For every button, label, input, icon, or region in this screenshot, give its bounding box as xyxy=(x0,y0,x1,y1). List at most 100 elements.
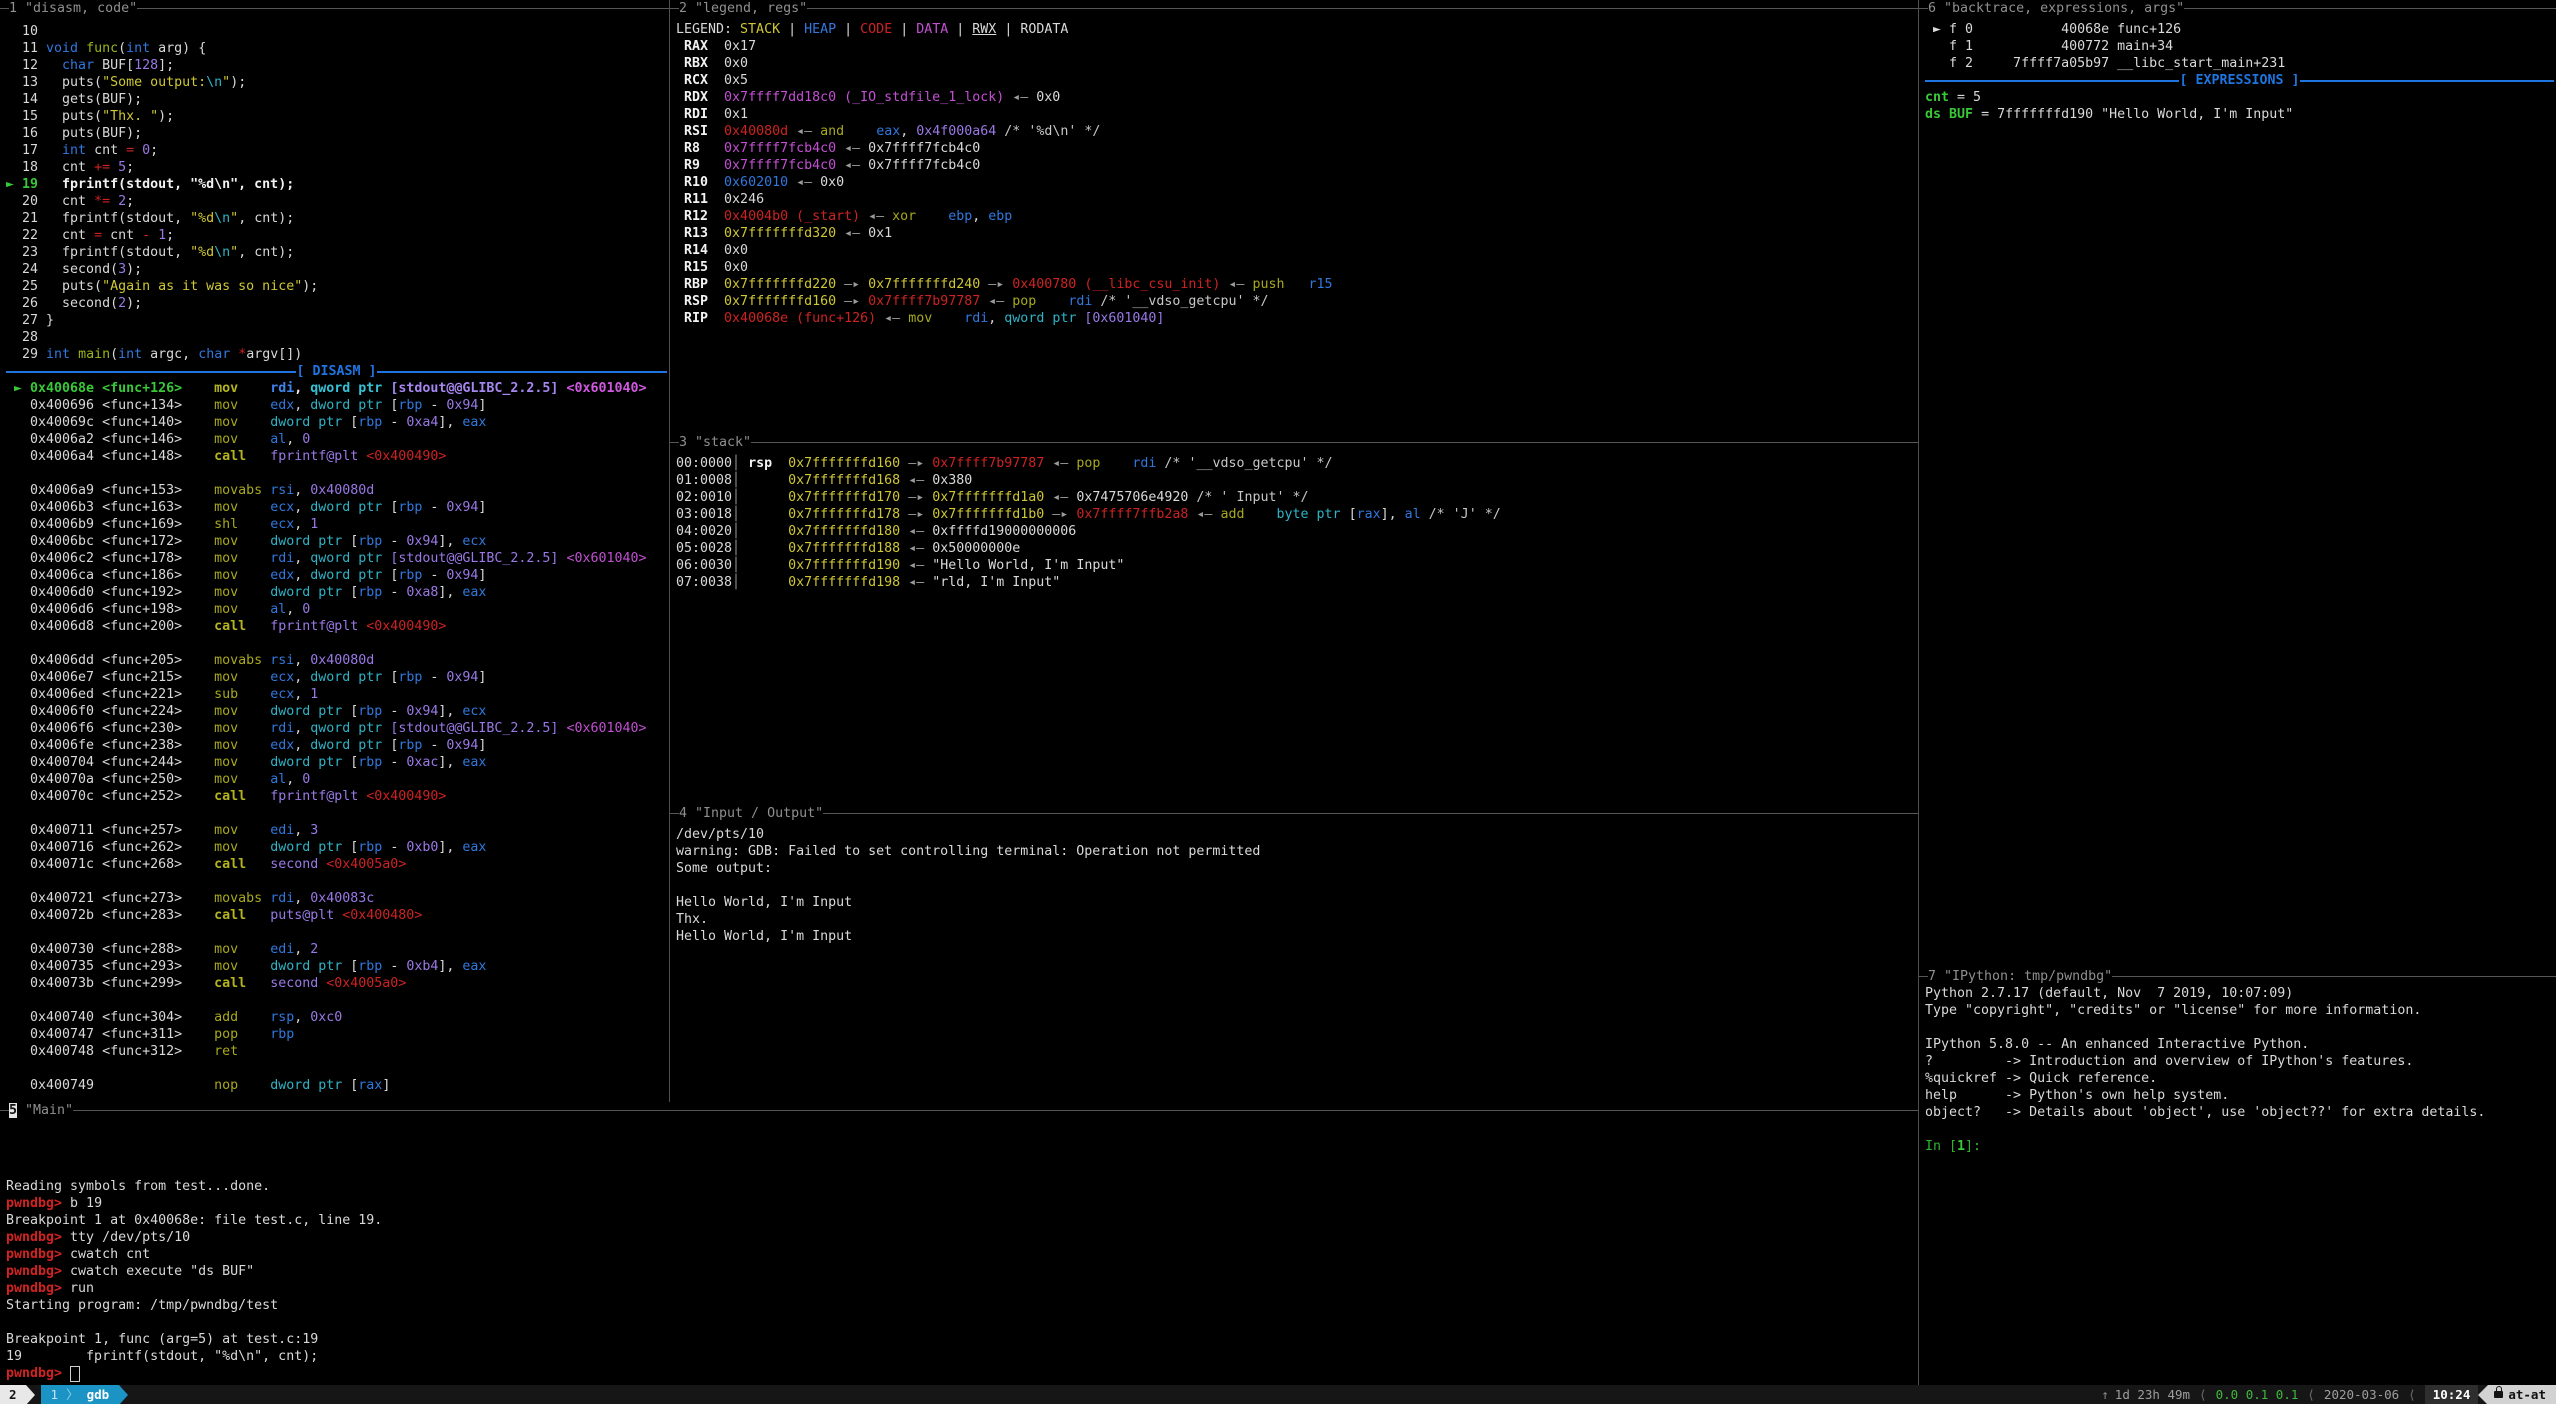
border-line xyxy=(807,8,1918,9)
terminal-line: 0x4006b3 <func+163> mov ecx, dword ptr [… xyxy=(6,499,667,516)
terminal-line: Breakpoint 1, func (arg=5) at test.c:19 xyxy=(6,1331,1916,1348)
terminal-line: 29 int main(int argc, char *argv[]) xyxy=(6,346,667,363)
terminal-line: Reading symbols from test...done. xyxy=(6,1178,1916,1195)
terminal-line: Breakpoint 1 at 0x40068e: file test.c, l… xyxy=(6,1212,1916,1229)
terminal-line: 0x400716 <func+262> mov dword ptr [rbp -… xyxy=(6,839,667,856)
terminal-line xyxy=(676,877,1916,894)
terminal-line: 0x4006e7 <func+215> mov ecx, dword ptr [… xyxy=(6,669,667,686)
terminal-line: RBX 0x0 xyxy=(676,55,1916,72)
ipython-console-content[interactable]: Python 2.7.17 (default, Nov 7 2019, 10:0… xyxy=(1925,985,2554,1155)
terminal-line: R13 0x7fffffffd320 ◂— 0x1 xyxy=(676,225,1916,242)
terminal-line: 0x400730 <func+288> mov edi, 2 xyxy=(6,941,667,958)
terminal-line: R8 0x7ffff7fcb4c0 ◂— 0x7ffff7fcb4c0 xyxy=(676,140,1916,157)
terminal-line: RIP 0x40068e (func+126) ◂— mov rdi, qwor… xyxy=(676,310,1916,327)
border-line xyxy=(1919,976,1928,977)
terminal-line: pwndbg> cwatch execute "ds BUF" xyxy=(6,1263,1916,1280)
terminal-line: R12 0x4004b0 (_start) ◂— xor ebp, ebp xyxy=(676,208,1916,225)
pane-title-legend-regs: 2 "legend, regs" xyxy=(670,0,1918,17)
terminal-line: 13 puts("Some output:\n"); xyxy=(6,74,667,91)
stack-content[interactable]: 00:0000│ rsp 0x7fffffffd160 —▸ 0x7ffff7b… xyxy=(676,455,1916,591)
terminal-line: RCX 0x5 xyxy=(676,72,1916,89)
pane-stack: 3 "stack" 00:0000│ rsp 0x7fffffffd160 —▸… xyxy=(670,434,1918,805)
session-name-badge[interactable]: 2 xyxy=(0,1385,26,1404)
terminal-line: 0x40073b <func+299> call second <0x4005a… xyxy=(6,975,667,992)
pane-title-main: 5 "Main" xyxy=(0,1102,1918,1119)
terminal-line: RDX 0x7ffff7dd18c0 (_IO_stdfile_1_lock) … xyxy=(676,89,1916,106)
program-output-content[interactable]: /dev/pts/10warning: GDB: Failed to set c… xyxy=(676,826,1916,945)
backtrace-content[interactable]: ► f 0 40068e func+126 f 1 400772 main+34… xyxy=(1925,21,2554,123)
pane-input-output: 4 "Input / Output" /dev/pts/10warning: G… xyxy=(670,805,1918,1102)
terminal-line xyxy=(6,992,667,1009)
terminal-line: ► 19 fprintf(stdout, "%d\n", cnt); xyxy=(6,176,667,193)
terminal-line xyxy=(6,873,667,890)
terminal-line: RBP 0x7fffffffd220 —▸ 0x7fffffffd240 —▸ … xyxy=(676,276,1916,293)
terminal-line: 0x40071c <func+268> call second <0x4005a… xyxy=(6,856,667,873)
terminal-line: R10 0x602010 ◂— 0x0 xyxy=(676,174,1916,191)
registers-content[interactable]: LEGEND: STACK | HEAP | CODE | DATA | RWX… xyxy=(676,21,1916,327)
terminal-line: ? -> Introduction and overview of IPytho… xyxy=(1925,1053,2554,1070)
terminal-line: 0x40072b <func+283> call puts@plt <0x400… xyxy=(6,907,667,924)
pane-number: 7 xyxy=(1928,969,1936,984)
pane-number-active: 5 xyxy=(9,1103,17,1118)
terminal-line: 0x4006d6 <func+198> mov al, 0 xyxy=(6,601,667,618)
terminal-line: RDI 0x1 xyxy=(676,106,1916,123)
border-line xyxy=(0,8,9,9)
window-tab-gdb[interactable]: 1〉gdb xyxy=(41,1385,120,1404)
terminal-line: ► 0x40068e <func+126> mov rdi, qword ptr… xyxy=(6,380,667,397)
terminal-line: 0x4006f0 <func+224> mov dword ptr [rbp -… xyxy=(6,703,667,720)
terminal-line: 04:0020│ 0x7fffffffd180 ◂— 0xffffd190000… xyxy=(676,523,1916,540)
terminal-line: Hello World, I'm Input xyxy=(676,928,1916,945)
terminal-line: pwndbg> b 19 xyxy=(6,1195,1916,1212)
terminal-line: Type "copyright", "credits" or "license"… xyxy=(1925,1002,2554,1019)
uptime-value: 1d 23h 49m xyxy=(2115,1387,2190,1402)
terminal-line: Python 2.7.17 (default, Nov 7 2019, 10:0… xyxy=(1925,985,2554,1002)
terminal-line: 07:0038│ 0x7fffffffd198 ◂— "rld, I'm Inp… xyxy=(676,574,1916,591)
terminal-line: 0x400740 <func+304> add rsp, 0xc0 xyxy=(6,1009,667,1026)
terminal-screen: 1 "disasm, code" 10 11 void func(int arg… xyxy=(0,0,2556,1404)
terminal-line: 0x4006f6 <func+230> mov rdi, qword ptr [… xyxy=(6,720,667,737)
border-line xyxy=(2184,8,2556,9)
terminal-line: 0x4006fe <func+238> mov edx, dword ptr [… xyxy=(6,737,667,754)
gdb-console-content[interactable]: Reading symbols from test...done.pwndbg>… xyxy=(6,1178,1916,1382)
disasm-code-content[interactable]: 10 11 void func(int arg) { 12 char BUF[1… xyxy=(6,23,667,1094)
terminal-line: 0x4006a4 <func+148> call fprintf@plt <0x… xyxy=(6,448,667,465)
pane-disasm-code: 1 "disasm, code" 10 11 void func(int arg… xyxy=(0,0,670,1102)
load-average: 0.0 0.1 0.1 xyxy=(2216,1387,2299,1402)
terminal-line: 0x400747 <func+311> pop rbp xyxy=(6,1026,667,1043)
terminal-line xyxy=(6,924,667,941)
section-separator: [ EXPRESSIONS ] xyxy=(1925,72,2554,89)
terminal-line: f 2 7ffff7a05b97 __libc_start_main+231 xyxy=(1925,55,2554,72)
terminal-line: pwndbg> run xyxy=(6,1280,1916,1297)
terminal-line: 0x4006d0 <func+192> mov dword ptr [rbp -… xyxy=(6,584,667,601)
terminal-line: Some output: xyxy=(676,860,1916,877)
border-line xyxy=(2112,976,2556,977)
window-number: 1 xyxy=(51,1385,59,1404)
border-line xyxy=(73,1110,1918,1111)
terminal-line: 0x400696 <func+134> mov edx, dword ptr [… xyxy=(6,397,667,414)
terminal-line: Thx. xyxy=(676,911,1916,928)
terminal-line: 0x400721 <func+273> movabs rdi, 0x40083c xyxy=(6,890,667,907)
pane-name: "Input / Output" xyxy=(687,806,823,821)
terminal-line: 0x4006dd <func+205> movabs rsi, 0x40080d xyxy=(6,652,667,669)
terminal-line: 0x400704 <func+244> mov dword ptr [rbp -… xyxy=(6,754,667,771)
terminal-line: 17 int cnt = 0; xyxy=(6,142,667,159)
pane-ipython: 7 "IPython: tmp/pwndbg" Python 2.7.17 (d… xyxy=(1918,968,2556,1385)
terminal-line: 20 cnt *= 2; xyxy=(6,193,667,210)
uptime-arrow-icon: ↑ xyxy=(2095,1387,2115,1402)
terminal-line: 0x400748 <func+312> ret xyxy=(6,1043,667,1060)
terminal-line: 26 second(2); xyxy=(6,295,667,312)
pane-number: 2 xyxy=(679,1,687,16)
terminal-line: 05:0028│ 0x7fffffffd188 ◂— 0x50000000e xyxy=(676,540,1916,557)
hostname-badge: at-at xyxy=(2488,1385,2556,1404)
terminal-line: 22 cnt = cnt - 1; xyxy=(6,227,667,244)
border-line xyxy=(137,8,669,9)
pane-title-stack: 3 "stack" xyxy=(670,434,1918,451)
window-name: gdb xyxy=(87,1385,110,1404)
terminal-line xyxy=(1925,1121,2554,1138)
powerline-arrow-icon xyxy=(26,1385,35,1404)
border-line xyxy=(1919,8,1928,9)
terminal-line: 06:0030│ 0x7fffffffd190 ◂— "Hello World,… xyxy=(676,557,1916,574)
terminal-line xyxy=(1925,1019,2554,1036)
terminal-line: 0x400749 nop dword ptr [rax] xyxy=(6,1077,667,1094)
pane-title-input-output: 4 "Input / Output" xyxy=(670,805,1918,822)
